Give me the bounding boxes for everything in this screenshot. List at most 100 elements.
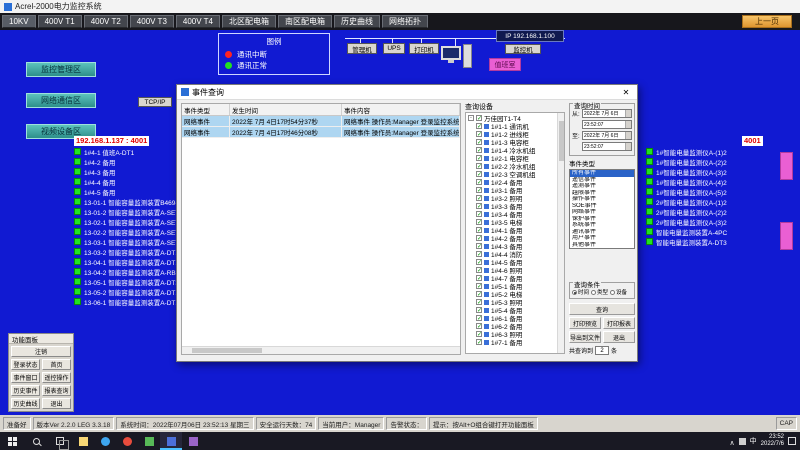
radio-icon[interactable] (591, 290, 596, 295)
to-date-input[interactable]: 2022年 7月 6日 (582, 131, 632, 140)
nav-tab[interactable]: 10KV (2, 15, 36, 28)
device-status-row[interactable]: 2#智能电量监测仪A-(1)2 (646, 198, 727, 205)
function-button[interactable]: 报表查询 (42, 385, 71, 396)
horizontal-scrollbar[interactable] (182, 346, 460, 354)
nav-tab[interactable]: 400V T2 (84, 15, 128, 28)
nav-tab[interactable]: 历史曲线 (334, 15, 380, 28)
checkbox-icon[interactable] (476, 267, 482, 273)
tree-item[interactable]: 1#6-2 备用 (476, 322, 556, 330)
vertical-scrollbar[interactable] (557, 113, 564, 353)
tree-item[interactable]: 1#6-1 备用 (476, 314, 556, 322)
condition-option[interactable]: 类型 (591, 288, 608, 296)
checkbox-icon[interactable] (476, 307, 482, 313)
device-status-row[interactable]: 2#智能电量监测仪A-(2)2 (646, 208, 727, 215)
export-file-button[interactable]: 导出到文件 (569, 331, 601, 343)
tree-item[interactable]: 1#2-1 电容柜 (476, 154, 556, 162)
prev-page-button[interactable]: 上一页 (742, 15, 792, 28)
nav-tab[interactable]: 400V T4 (176, 15, 220, 28)
query-button[interactable]: 查询 (569, 303, 635, 315)
checkbox-icon[interactable] (476, 323, 482, 329)
tree-item[interactable]: 1#5-4 备用 (476, 306, 556, 314)
tree-item[interactable]: 1#3-5 电梯 (476, 218, 556, 226)
nav-tab[interactable]: 南区配电箱 (278, 15, 332, 28)
duty-room-button[interactable]: 值班室 (489, 58, 521, 71)
tree-item[interactable]: 1#1-1 通讯机 (476, 122, 556, 130)
tree-item[interactable]: 1#1-2 进线柜 (476, 130, 556, 138)
search-button[interactable] (24, 432, 48, 450)
tree-item[interactable]: 1#7-1 备用 (476, 338, 556, 346)
taskbar-app-scada[interactable] (160, 432, 182, 450)
tree-item[interactable]: 1#4-5 备用 (476, 258, 556, 266)
checkbox-icon[interactable] (476, 115, 482, 121)
from-time-input[interactable]: 23:52:07 (582, 120, 632, 129)
device-status-row[interactable]: 1#智能电量监测仪A-(1)2 (646, 148, 727, 155)
checkbox-icon[interactable] (476, 163, 482, 169)
print-report-button[interactable]: 打印报表 (603, 317, 635, 329)
function-button[interactable]: 登录状态 (11, 359, 40, 370)
function-button[interactable]: 历史曲线 (11, 398, 40, 409)
column-header[interactable]: 事件类型 (182, 104, 230, 115)
function-button[interactable]: 首页 (42, 359, 71, 370)
tree-item[interactable]: 1#5-3 照明 (476, 298, 556, 306)
close-icon[interactable] (615, 85, 637, 100)
checkbox-icon[interactable] (476, 291, 482, 297)
tree-item[interactable]: 1#4-2 备用 (476, 234, 556, 242)
device-status-row[interactable]: 智能电量监测装置A-4PC (646, 228, 727, 235)
checkbox-icon[interactable] (476, 147, 482, 153)
column-header[interactable]: 事件内容 (342, 104, 460, 115)
tree-item[interactable]: 1#2-2 冷水机组 (476, 162, 556, 170)
checkbox-icon[interactable] (476, 299, 482, 305)
nav-tab[interactable]: 网络拓扑 (382, 15, 428, 28)
notification-icon[interactable] (788, 437, 796, 445)
exit-button[interactable]: 退出 (603, 331, 635, 343)
taskbar-app-excel[interactable] (138, 432, 160, 450)
tree-item[interactable]: 1#4-6 照明 (476, 266, 556, 274)
tree-item[interactable]: 1#3-4 备用 (476, 210, 556, 218)
tree-item[interactable]: 1#1-4 冷水机组 (476, 146, 556, 154)
taskbar-app-browser[interactable] (94, 432, 116, 450)
taskbar-app-misc[interactable] (182, 432, 204, 450)
device-status-row[interactable]: 1#智能电量监测仪A-(4)2 (646, 178, 727, 185)
tree-item[interactable]: 1#1-3 电容柜 (476, 138, 556, 146)
checkbox-icon[interactable] (476, 211, 482, 217)
tree-item[interactable]: 1#2-3 空调机组 (476, 170, 556, 178)
checkbox-icon[interactable] (476, 131, 482, 137)
tree-item[interactable]: 1#4-1 备用 (476, 226, 556, 234)
function-button[interactable]: 遥控操作 (42, 372, 71, 383)
function-button[interactable]: 注销 (11, 346, 71, 357)
radio-icon[interactable] (572, 290, 577, 295)
tree-item[interactable]: 1#5-2 电梯 (476, 290, 556, 298)
checkbox-icon[interactable] (476, 315, 482, 321)
nav-tab[interactable]: 400V T3 (130, 15, 174, 28)
checkbox-icon[interactable] (476, 219, 482, 225)
table-row[interactable]: 网络事件 2022年 7月 4日17时54分37秒 网络事件 操作员:Manag… (182, 116, 460, 127)
dialog-titlebar[interactable]: 事件查询 (177, 85, 637, 100)
tree-item[interactable]: 1#4-3 备用 (476, 242, 556, 250)
device-status-row[interactable]: 1#智能电量监测仪A-(2)2 (646, 158, 727, 165)
tree-root[interactable]: 万佳园T1-T4 (468, 114, 556, 122)
start-button[interactable] (0, 432, 24, 450)
checkbox-icon[interactable] (476, 331, 482, 337)
function-button[interactable]: 退出 (42, 398, 71, 409)
function-button[interactable]: 事件窗口 (11, 372, 40, 383)
checkbox-icon[interactable] (476, 171, 482, 177)
scrollbar-thumb[interactable] (192, 348, 262, 353)
expander-icon[interactable] (468, 115, 474, 121)
table-row[interactable]: 网络事件 2022年 7月 4日17时46分08秒 网络事件 操作员:Manag… (182, 127, 460, 138)
checkbox-icon[interactable] (476, 195, 482, 201)
tree-item[interactable]: 1#5-1 备用 (476, 282, 556, 290)
checkbox-icon[interactable] (476, 251, 482, 257)
tree-item[interactable]: 1#4-7 备用 (476, 274, 556, 282)
taskbar-app-chrome[interactable] (116, 432, 138, 450)
checkbox-icon[interactable] (476, 283, 482, 289)
event-type-option[interactable]: 其他事件 (570, 242, 634, 249)
function-button[interactable]: 历史事件 (11, 385, 40, 396)
tray-status-icon[interactable] (739, 438, 746, 445)
tree-item[interactable]: 1#3-1 备用 (476, 186, 556, 194)
taskbar-clock[interactable]: 23:52 2022/7/6 (761, 434, 784, 448)
checkbox-icon[interactable] (476, 155, 482, 161)
tree-item[interactable]: 1#2-4 备用 (476, 178, 556, 186)
radio-icon[interactable] (610, 290, 615, 295)
checkbox-icon[interactable] (476, 339, 482, 345)
device-status-row[interactable]: 1#智能电量监测仪A-(3)2 (646, 168, 727, 175)
